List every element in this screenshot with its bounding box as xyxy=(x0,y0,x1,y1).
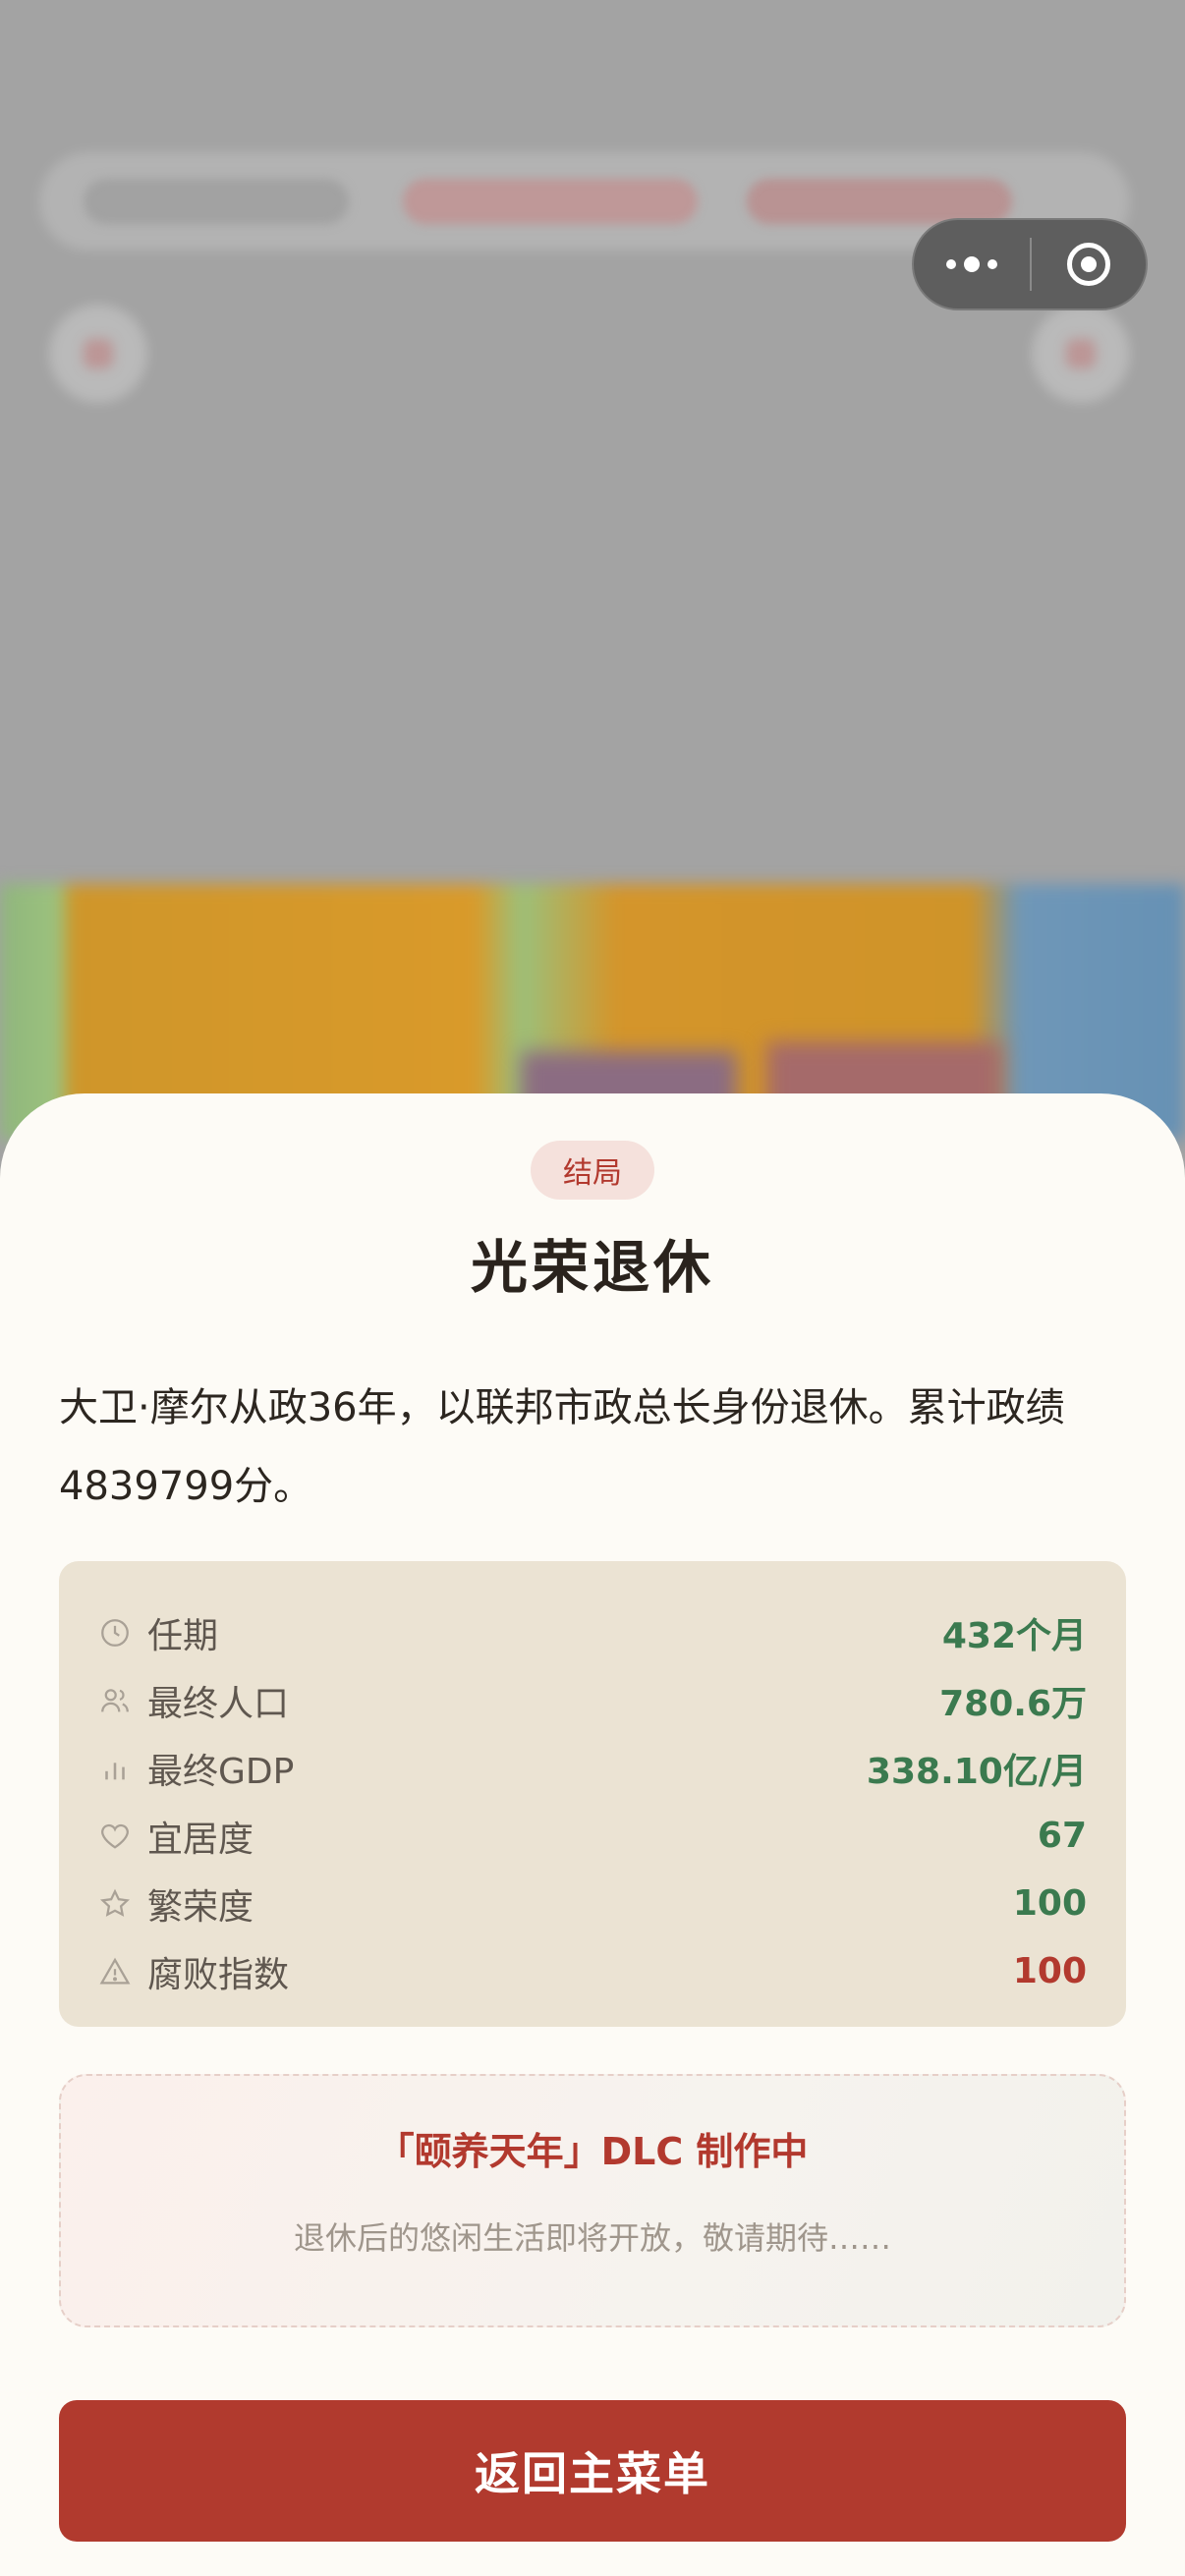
stat-value: 67 xyxy=(1037,1816,1087,1856)
ending-title: 光荣退休 xyxy=(470,1234,714,1301)
stats-panel: 任期 432个月 最终人口 780.6万 最终GDP 338.10亿/月 宜居度… xyxy=(59,1561,1126,2027)
stat-row-corruption: 腐败指数 100 xyxy=(98,1937,1087,2005)
people-icon xyxy=(98,1684,132,1717)
stat-label: 繁荣度 xyxy=(147,1886,254,1928)
ending-sheet: 结局 光荣退休 大卫·摩尔从政36年，以联邦市政总长身份退休。累计政绩48397… xyxy=(0,1093,1185,2576)
stat-label: 腐败指数 xyxy=(147,1954,290,1995)
stat-value: 338.10亿/月 xyxy=(866,1751,1087,1792)
stat-row-tenure: 任期 432个月 xyxy=(98,1598,1087,1666)
heart-icon xyxy=(98,1820,132,1853)
blurred-tab xyxy=(84,179,349,224)
stat-row-population: 最终人口 780.6万 xyxy=(98,1666,1087,1734)
star-icon xyxy=(98,1887,132,1921)
blurred-game-background xyxy=(0,0,1185,884)
stat-label: 最终人口 xyxy=(147,1683,290,1724)
stat-value: 780.6万 xyxy=(939,1683,1087,1724)
stat-value: 432个月 xyxy=(941,1615,1087,1656)
blurred-tab xyxy=(403,179,698,224)
dlc-notice: 「颐养天年」DLC 制作中 退休后的悠闲生活即将开放，敬请期待…… xyxy=(59,2074,1126,2327)
dlc-subtitle: 退休后的悠闲生活即将开放，敬请期待…… xyxy=(293,2219,891,2257)
clock-icon xyxy=(98,1616,132,1650)
stat-value: 100 xyxy=(1012,1951,1087,1991)
stat-label: 宜居度 xyxy=(147,1819,254,1860)
stat-label: 最终GDP xyxy=(147,1751,295,1792)
target-close-icon[interactable] xyxy=(1032,220,1146,308)
stat-row-prosperity: 繁荣度 100 xyxy=(98,1870,1087,1937)
ending-description: 大卫·摩尔从政36年，以联邦市政总长身份退休。累计政绩4839799分。 xyxy=(59,1385,1065,1509)
blurred-left-button xyxy=(49,305,147,403)
blurred-right-button xyxy=(1032,305,1130,403)
stat-row-gdp: 最终GDP 338.10亿/月 xyxy=(98,1734,1087,1802)
miniprogram-capsule xyxy=(912,218,1148,310)
warning-icon xyxy=(98,1955,132,1988)
stat-label: 任期 xyxy=(147,1615,219,1656)
stat-row-livability: 宜居度 67 xyxy=(98,1802,1087,1870)
dlc-title: 「颐养天年」DLC 制作中 xyxy=(376,2130,809,2173)
back-to-menu-button[interactable]: 返回主菜单 xyxy=(59,2400,1126,2542)
stat-value: 100 xyxy=(1012,1883,1087,1924)
bar-chart-icon xyxy=(98,1752,132,1785)
ending-badge: 结局 xyxy=(531,1141,654,1200)
more-dots-icon[interactable] xyxy=(914,220,1030,308)
